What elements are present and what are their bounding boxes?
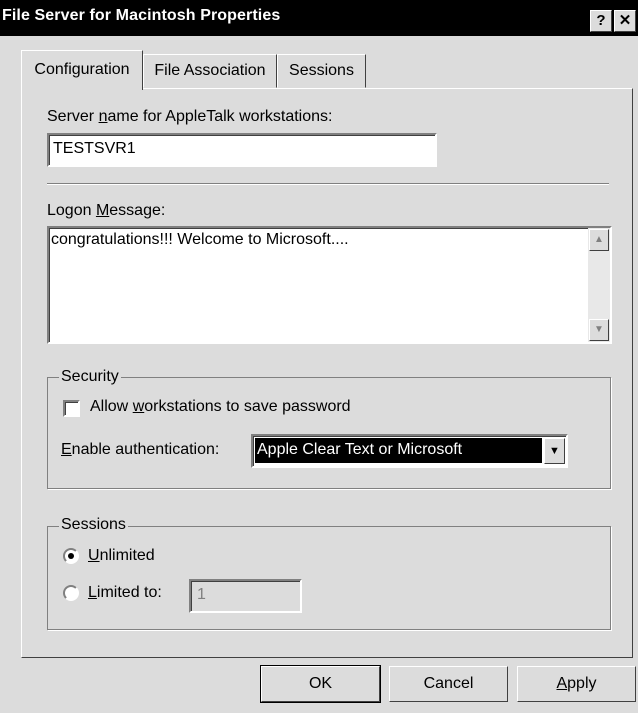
- authentication-value: Apple Clear Text or Microsoft: [257, 441, 463, 458]
- security-group: [47, 377, 611, 489]
- server-name-value: TESTSVR1: [53, 140, 136, 157]
- tab-sessions[interactable]: Sessions: [277, 54, 366, 88]
- scrollbar[interactable]: ▲ ▼: [588, 228, 610, 342]
- sessions-legend: Sessions: [59, 516, 128, 534]
- help-button[interactable]: ?: [590, 10, 612, 32]
- ok-label: OK: [308, 675, 333, 692]
- unlimited-label[interactable]: Unlimited: [88, 547, 155, 565]
- sessions-group: [47, 526, 611, 630]
- tab-configuration[interactable]: Configuration: [21, 50, 143, 90]
- limited-to-label[interactable]: Limited to:: [88, 584, 162, 602]
- ok-button[interactable]: OK: [260, 665, 381, 703]
- logon-message-textarea[interactable]: congratulations!!! Welcome to Microsoft.…: [47, 226, 612, 344]
- unlimited-radio[interactable]: [63, 548, 79, 564]
- help-icon: ?: [596, 12, 606, 29]
- tab-label: File Association: [154, 62, 266, 79]
- scroll-down-button[interactable]: ▼: [589, 319, 609, 341]
- enable-authentication-label: Enable authentication:: [61, 441, 220, 458]
- tab-file-association[interactable]: File Association: [143, 54, 277, 88]
- tab-label: Configuration: [34, 61, 130, 78]
- chevron-down-icon[interactable]: ▼: [544, 438, 565, 464]
- scroll-up-button[interactable]: ▲: [589, 229, 609, 251]
- limited-to-input[interactable]: 1: [189, 579, 302, 613]
- authentication-select[interactable]: Apple Clear Text or Microsoft ▼: [251, 434, 568, 468]
- separator: [47, 183, 609, 185]
- radio-selected-dot: [68, 553, 74, 559]
- tab-label: Sessions: [289, 62, 354, 79]
- apply-label: Apply: [556, 675, 597, 692]
- limited-to-value: 1: [197, 586, 206, 603]
- allow-save-password-label[interactable]: Allow workstations to save password: [90, 398, 351, 416]
- selection-highlight: Apple Clear Text or Microsoft: [255, 438, 542, 463]
- title-bar[interactable]: File Server for Macintosh Properties ? ✕: [0, 0, 638, 36]
- window-title: File Server for Macintosh Properties: [2, 7, 281, 24]
- close-icon: ✕: [618, 12, 632, 29]
- server-name-label: Server name for AppleTalk workstations:: [47, 108, 333, 125]
- allow-save-password-checkbox[interactable]: [63, 400, 80, 417]
- logon-message-label: Logon Message:: [47, 202, 166, 219]
- logon-message-value: congratulations!!! Welcome to Microsoft.…: [51, 231, 349, 248]
- apply-button[interactable]: Apply: [517, 666, 636, 702]
- cancel-label: Cancel: [423, 675, 474, 692]
- cancel-button[interactable]: Cancel: [389, 666, 508, 702]
- properties-dialog: File Server for Macintosh Properties ? ✕…: [0, 0, 638, 713]
- limited-to-radio[interactable]: [63, 585, 79, 601]
- close-button[interactable]: ✕: [614, 10, 636, 32]
- server-name-input[interactable]: TESTSVR1: [47, 133, 437, 167]
- security-legend: Security: [59, 368, 121, 386]
